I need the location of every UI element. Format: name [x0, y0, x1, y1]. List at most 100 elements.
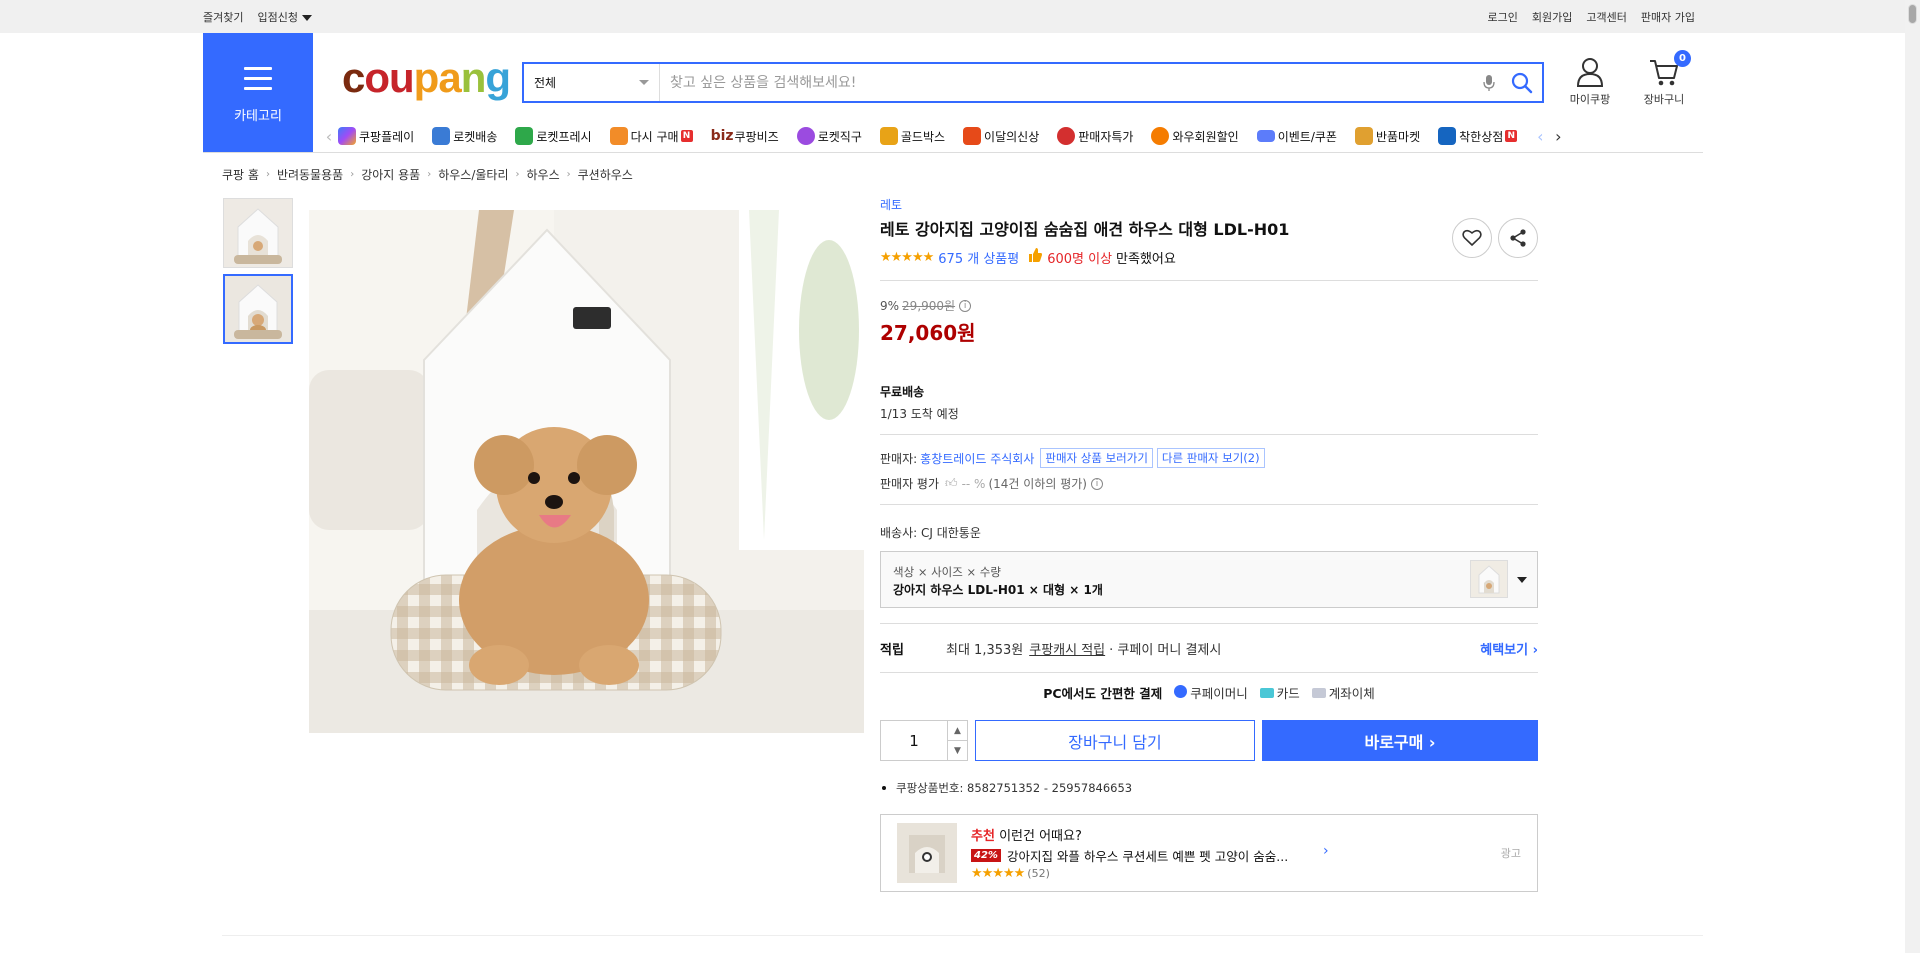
- benefits-link[interactable]: 혜택보기 ›: [1480, 639, 1538, 658]
- original-price: 29,900원: [902, 299, 956, 313]
- signup-link[interactable]: 회원가입: [1532, 9, 1572, 25]
- breadcrumb-item[interactable]: 쿠션하우스: [578, 166, 633, 183]
- quantity-up-icon[interactable]: ▲: [948, 721, 967, 741]
- new-icon: [963, 127, 982, 145]
- chevron-right-icon: ›: [515, 169, 520, 180]
- product-title: 레토 강아지집 고양이집 숨숨집 애견 하우스 대형 LDL-H01: [880, 220, 1290, 239]
- nav-item-monthly-new[interactable]: 이달의신상: [963, 127, 1039, 145]
- nav-item-seller-deal[interactable]: 판매자특가: [1057, 127, 1133, 145]
- seller-products-button[interactable]: 판매자 상품 보러가기: [1040, 448, 1153, 468]
- breadcrumb-item[interactable]: 반려동물용품: [277, 166, 343, 183]
- product-info-panel: 레토 레토 강아지집 고양이집 숨숨집 애견 하우스 대형 LDL-H01 ★★…: [880, 196, 1538, 892]
- register-link[interactable]: 입점신청: [257, 9, 312, 25]
- nav-divider: [203, 152, 1703, 153]
- seller-signup-link[interactable]: 판매자 가입: [1641, 9, 1695, 25]
- nav-item-rocket-fresh[interactable]: 로켓프레시: [515, 127, 592, 145]
- option-select[interactable]: 색상 × 사이즈 × 수량 강아지 하우스 LDL-H01 × 대형 × 1개: [880, 551, 1538, 608]
- product-actions: [1452, 218, 1538, 258]
- nav-item-rocket-global[interactable]: 로켓직구: [796, 127, 862, 145]
- product-thumbnail-selected[interactable]: [223, 274, 293, 344]
- reward-link[interactable]: 쿠팡캐시 적립: [1029, 639, 1105, 658]
- share-button[interactable]: [1498, 218, 1538, 258]
- user-icon: [1576, 58, 1604, 87]
- breadcrumb-item[interactable]: 강아지 용품: [361, 166, 420, 183]
- nav-item-coupang-biz[interactable]: biz 쿠팡비즈: [711, 128, 779, 145]
- review-count-link[interactable]: 675 개 상품평: [938, 248, 1019, 267]
- wishlist-button[interactable]: [1452, 218, 1492, 258]
- product-id-row: 쿠팡상품번호: 8582751352 - 25957846653: [880, 780, 1538, 796]
- recommend-review-count: (52): [1027, 867, 1050, 880]
- quantity-down-icon[interactable]: ▼: [948, 741, 967, 760]
- search-category-select[interactable]: 전체: [524, 64, 660, 101]
- divider: [880, 434, 1538, 435]
- nav-item-good-store[interactable]: 착한상점 N: [1438, 127, 1518, 145]
- goldbox-icon: [879, 127, 898, 145]
- login-link[interactable]: 로그인: [1488, 9, 1518, 25]
- wow-icon: [1151, 127, 1170, 145]
- option-thumbnail: [1470, 560, 1508, 598]
- brand-link[interactable]: 레토: [880, 196, 1538, 213]
- option-value: 강아지 하우스 LDL-H01 × 대형 × 1개: [893, 583, 1103, 597]
- scrollbar-thumb[interactable]: [1908, 4, 1917, 24]
- search-input[interactable]: [660, 64, 1476, 101]
- seller-name-link[interactable]: 홍창트레이드 주식회사: [920, 450, 1034, 467]
- breadcrumb-item[interactable]: 하우스: [527, 166, 560, 183]
- chevron-right-icon: ›: [427, 169, 432, 180]
- breadcrumb-item[interactable]: 하우스/울타리: [438, 166, 508, 183]
- reward-suffix: · 쿠페이 머니 결제시: [1109, 642, 1222, 658]
- recommend-title: 강아지집 와플 하우스 쿠션세트 예쁜 펫 고양이 숨숨...: [1006, 849, 1289, 864]
- thumbs-up-icon: [1027, 247, 1043, 267]
- rating-stars: ★★★★★: [880, 249, 934, 265]
- recommend-thumbnail[interactable]: [897, 823, 957, 883]
- divider: [880, 280, 1538, 281]
- nav-item-events-coupons[interactable]: 이벤트/쿠폰: [1256, 128, 1337, 145]
- seller-rating-row: 판매자 평가 👍︎ -- % (14건 이하의 평가) i: [880, 475, 1538, 492]
- recommend-rating: ★★★★★ (52): [971, 866, 1050, 881]
- product-id: 쿠팡상품번호: 8582751352 - 25957846653: [896, 781, 1133, 795]
- nav-prev-small-arrow-icon[interactable]: ‹: [1531, 127, 1549, 146]
- nav-item-wow-discount[interactable]: 와우회원할인: [1151, 127, 1239, 145]
- seller-row: 판매자: 홍창트레이드 주식회사 판매자 상품 보러가기 다른 판매자 보기(2…: [880, 448, 1538, 468]
- section-divider: [222, 935, 1703, 936]
- breadcrumb-item[interactable]: 쿠팡 홈: [222, 166, 259, 183]
- nav-prev-arrow-icon[interactable]: ‹: [320, 127, 338, 146]
- product-main-image[interactable]: [309, 210, 864, 733]
- biz-icon: biz: [710, 128, 734, 144]
- recommend-item[interactable]: 42% 강아지집 와플 하우스 쿠션세트 예쁜 펫 고양이 숨숨...: [971, 846, 1288, 865]
- add-to-cart-button[interactable]: 장바구니 담기: [975, 720, 1255, 761]
- coupang-logo[interactable]: coupang: [342, 54, 511, 102]
- shipping-section: 무료배송 1/13 도착 예정: [880, 383, 1538, 422]
- other-sellers-button[interactable]: 다른 판매자 보기(2): [1156, 448, 1265, 468]
- nav-next-arrow-icon[interactable]: ›: [1549, 127, 1567, 146]
- carrier: 배송사: CJ 대한통운: [880, 526, 981, 540]
- search-category-value: 전체: [534, 76, 557, 90]
- cart-label: 장바구니: [1643, 93, 1685, 106]
- category-menu-button[interactable]: 카테고리: [203, 33, 313, 152]
- heart-icon: [1462, 229, 1482, 246]
- customer-center-link[interactable]: 고객센터: [1586, 9, 1626, 25]
- recommendation-card[interactable]: 추천 이런건 어때요? 42% 강아지집 와플 하우스 쿠션세트 예쁜 펫 고양…: [880, 814, 1538, 892]
- info-icon[interactable]: i: [1090, 477, 1103, 490]
- page-scrollbar[interactable]: [1905, 0, 1920, 953]
- search-button[interactable]: [1502, 64, 1542, 101]
- chevron-right-icon: ›: [566, 169, 571, 180]
- buy-now-button[interactable]: 바로구매 ›: [1262, 720, 1538, 761]
- seller-section: 판매자: 홍창트레이드 주식회사 판매자 상품 보러가기 다른 판매자 보기(2…: [880, 448, 1538, 492]
- voice-search-icon[interactable]: [1476, 64, 1502, 101]
- chevron-right-icon[interactable]: ›: [1323, 843, 1329, 859]
- nav-item-goldbox[interactable]: 골드박스: [879, 127, 945, 145]
- nav-item-return-market[interactable]: 반품마켓: [1354, 127, 1420, 145]
- discount-rate: 9%: [880, 298, 900, 313]
- chevron-down-icon: [639, 80, 649, 85]
- ad-label: 광고: [1500, 847, 1521, 860]
- cart-link[interactable]: 0 장바구니: [1636, 50, 1692, 107]
- nav-item-rebuy[interactable]: 다시 구매 N: [609, 127, 693, 145]
- favorites-link[interactable]: 즐겨찾기: [203, 9, 243, 25]
- info-icon[interactable]: i: [959, 299, 972, 312]
- nav-item-rocket-delivery[interactable]: 로켓배송: [432, 127, 497, 145]
- product-thumbnail[interactable]: [223, 198, 293, 268]
- nav-item-coupang-play[interactable]: 쿠팡플레이: [338, 127, 414, 145]
- quantity-input[interactable]: 1: [881, 721, 947, 760]
- chevron-right-icon: ›: [265, 169, 270, 180]
- my-coupang-link[interactable]: 마이쿠팡: [1560, 56, 1620, 107]
